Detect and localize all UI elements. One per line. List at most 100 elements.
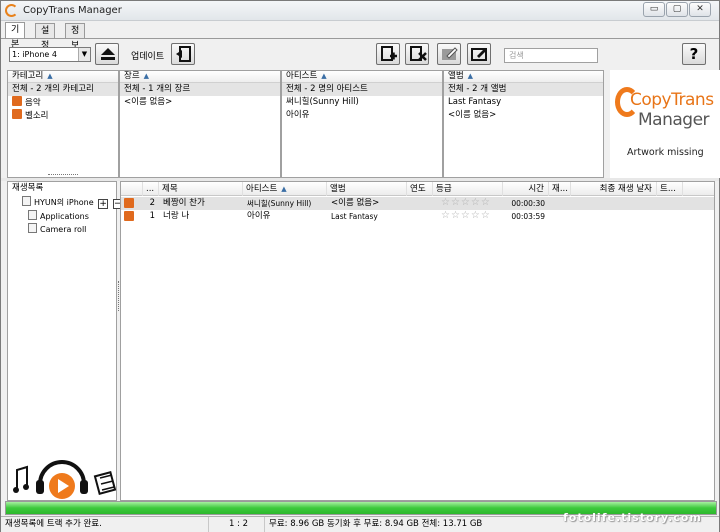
sort-asc-icon: ▲ xyxy=(47,72,53,80)
copytrans-app-icon xyxy=(5,4,18,17)
track-number: 1 xyxy=(149,211,155,221)
column-header-icon[interactable] xyxy=(121,182,143,196)
track-year xyxy=(411,197,433,210)
add-track-button[interactable] xyxy=(376,43,400,65)
track-rating[interactable]: ☆☆☆☆☆ xyxy=(441,197,503,210)
pane-resize-grip[interactable] xyxy=(48,174,78,177)
eject-button[interactable] xyxy=(95,43,119,65)
genre-row-all[interactable]: 전체 - 1 개의 장르 xyxy=(120,83,280,96)
column-header-type[interactable]: 트... xyxy=(657,182,683,196)
status-free-space: 무료: 8.96 GB 동기화 후 무료: 8.94 GB 전체: 13.71 … xyxy=(269,519,483,529)
artist-header[interactable]: 아티스트 ▲ xyxy=(282,71,442,83)
tab-basic[interactable]: 기본 xyxy=(5,22,26,50)
track-time: 00:00:30 xyxy=(511,199,545,208)
album-pane[interactable]: 앨범 ▲ 전체 - 2 개 앨범 Last Fantasy <이름 없음> xyxy=(443,70,604,178)
track-title: 베짱이 찬가 xyxy=(163,198,205,208)
column-header-play-count[interactable]: 재... xyxy=(549,182,571,196)
album-header[interactable]: 앨범 ▲ xyxy=(444,71,603,83)
music-category-icon xyxy=(12,96,22,106)
library-browser: 카테고리 ▲ 전체 - 2 개의 카테고리 음악 벨소리 장르 ▲ 전체 - 1 개… xyxy=(7,70,720,178)
track-album: Last Fantasy xyxy=(331,212,378,221)
genre-header[interactable]: 장르 ▲ xyxy=(120,71,280,83)
column-header-number[interactable]: ... xyxy=(143,182,159,196)
add-playlist-button[interactable]: + xyxy=(98,199,109,209)
track-title: 너랑 나 xyxy=(163,211,190,221)
playlist-item-applications[interactable]: Applications xyxy=(28,210,89,223)
device-select[interactable]: 1: iPhone 4 ▼ xyxy=(9,47,91,62)
artist-pane[interactable]: 아티스트 ▲ 전체 - 2 명의 아티스트 써니힐(Sunny Hill) 아이유 xyxy=(281,70,443,178)
toolbar: 1: iPhone 4 ▼ 업데이트 검색 ? xyxy=(1,39,719,69)
search-input[interactable]: 검색 xyxy=(504,48,598,63)
media-illustration xyxy=(13,460,116,499)
playlist-panel: 재생목록 HYUN의 iPhone + − Applications Camer… xyxy=(7,181,123,501)
device-tree-item[interactable]: HYUN의 iPhone + − xyxy=(22,196,123,209)
close-button[interactable]: ✕ xyxy=(689,2,711,17)
iphone-icon xyxy=(22,196,31,206)
track-row[interactable]: 2 베짱이 찬가 써니힐(Sunny Hill) <이름 없음> ☆☆☆☆☆ 0… xyxy=(121,197,714,210)
album-row-unnamed[interactable]: <이름 없음> xyxy=(444,109,603,122)
watermark: fotolife.tistory.com xyxy=(563,511,702,524)
title-bar[interactable]: CopyTrans Manager ▭ ▢ ✕ xyxy=(1,1,719,21)
delete-file-icon xyxy=(410,46,427,61)
column-header-last-played[interactable]: 최종 재생 날자 xyxy=(571,182,657,196)
maximize-button[interactable]: ▢ xyxy=(666,2,688,17)
column-header-title[interactable]: 제목 xyxy=(159,182,243,196)
sort-asc-icon: ▲ xyxy=(281,185,287,193)
column-header-rating[interactable]: 등급 xyxy=(433,182,503,196)
edit-info-button[interactable] xyxy=(437,43,461,65)
album-row-all[interactable]: 전체 - 2 개 앨범 xyxy=(444,83,603,96)
app-window: CopyTrans Manager ▭ ▢ ✕ 기본 설정 정보 1: iPho… xyxy=(0,0,720,532)
sort-asc-icon: ▲ xyxy=(467,72,474,80)
category-row-ringtone[interactable]: 벨소리 xyxy=(8,109,118,122)
track-artist: 아이유 xyxy=(247,211,271,221)
applications-icon xyxy=(28,210,37,220)
edit-pencil-icon xyxy=(442,47,458,60)
artist-row-sunnyhill[interactable]: 써니힐(Sunny Hill) xyxy=(282,96,442,109)
category-pane[interactable]: 카테고리 ▲ 전체 - 2 개의 카테고리 음악 벨소리 xyxy=(7,70,119,178)
genre-row-unnamed[interactable]: <이름 없음> xyxy=(120,96,280,109)
update-label: 업데이트 xyxy=(131,52,165,62)
logo-copytrans-text: CopyTrans xyxy=(630,90,714,110)
artist-row-iu[interactable]: 아이유 xyxy=(282,109,442,122)
logo-manager-text: Manager xyxy=(638,110,710,130)
track-time: 00:03:59 xyxy=(511,212,545,221)
minimize-button[interactable]: ▭ xyxy=(643,2,665,17)
edit-tags-icon xyxy=(471,48,487,61)
play-icon xyxy=(49,473,75,499)
tab-info[interactable]: 정보 xyxy=(65,23,86,51)
track-row[interactable]: 1 너랑 나 아이유 Last Fantasy ☆☆☆☆☆ 00:03:59 xyxy=(121,210,714,223)
track-album: <이름 없음> xyxy=(331,198,380,208)
column-header-album[interactable]: 앨범 xyxy=(327,182,407,196)
delete-track-button[interactable] xyxy=(405,43,429,65)
genre-pane[interactable]: 장르 ▲ 전체 - 1 개의 장르 <이름 없음> xyxy=(119,70,281,178)
category-row-music[interactable]: 음악 xyxy=(8,96,118,109)
device-select-value: 1: iPhone 4 xyxy=(12,50,57,59)
sort-asc-icon: ▲ xyxy=(143,72,150,80)
track-rating[interactable]: ☆☆☆☆☆ xyxy=(441,210,503,223)
window-title: CopyTrans Manager xyxy=(23,5,122,16)
track-year xyxy=(411,210,433,223)
artwork-area: CopyTrans Manager Artwork missing xyxy=(610,70,720,178)
splitter-grip xyxy=(118,281,119,311)
playlist-item-camera-roll[interactable]: Camera roll xyxy=(28,223,86,236)
sort-asc-icon: ▲ xyxy=(321,72,327,80)
column-header-year[interactable]: 연도 xyxy=(407,182,433,196)
album-row-last-fantasy[interactable]: Last Fantasy xyxy=(444,96,603,109)
track-list: ... 제목 아티스트 ▲ 앨범 연도 등급 시간 재... 최종 재생 날자 트… xyxy=(120,181,715,501)
track-number: 2 xyxy=(149,198,155,208)
track-list-header: ... 제목 아티스트 ▲ 앨범 연도 등급 시간 재... 최종 재생 날자 트… xyxy=(121,182,714,196)
music-track-icon xyxy=(124,211,137,224)
category-header[interactable]: 카테고리 ▲ xyxy=(8,71,118,83)
column-header-time[interactable]: 시간 xyxy=(503,182,549,196)
artist-row-all[interactable]: 전체 - 2 명의 아티스트 xyxy=(282,83,442,96)
help-button[interactable]: ? xyxy=(682,43,706,65)
artwork-missing-label: Artwork missing xyxy=(627,147,704,158)
camera-icon xyxy=(28,223,37,233)
category-row-all[interactable]: 전체 - 2 개의 카테고리 xyxy=(8,83,118,96)
column-header-artist[interactable]: 아티스트 ▲ xyxy=(243,182,327,196)
edit-tags-button[interactable] xyxy=(467,43,491,65)
tab-settings[interactable]: 설정 xyxy=(35,23,56,51)
update-device-icon xyxy=(176,46,191,62)
status-ratio: 1 : 2 xyxy=(209,517,265,532)
update-button[interactable] xyxy=(171,43,195,65)
